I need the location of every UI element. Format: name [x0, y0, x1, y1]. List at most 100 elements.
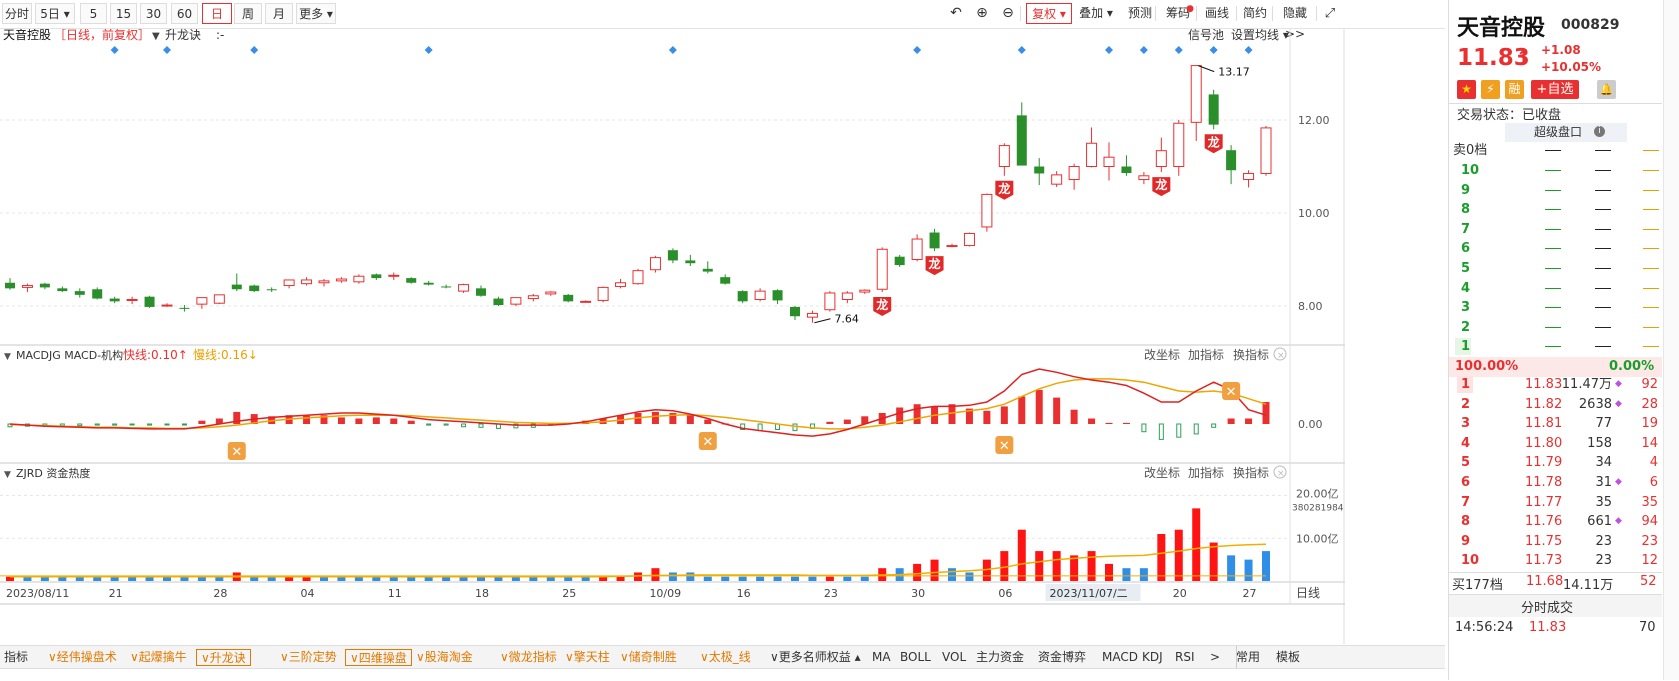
sell-level-row[interactable]: 8 — [1449, 199, 1662, 220]
period-1-button[interactable]: 5日 ▾ — [35, 3, 75, 24]
buy-level-row[interactable]: 3 11.81 77 19 — [1449, 413, 1662, 434]
indicator-tab-2[interactable]: ∨起爆擒牛 — [130, 649, 187, 666]
indicator-tab-22[interactable]: 模板 — [1276, 649, 1300, 666]
buy-level-row[interactable]: 1 11.83 11.47万 ◆ 92 — [1449, 374, 1662, 395]
toolbar-btn-6[interactable]: 隐藏>> — [1276, 3, 1314, 41]
indicator-tab-12[interactable]: MA — [872, 649, 891, 666]
indicator-tab-5[interactable]: ∨四维操盘 — [345, 649, 412, 666]
x-tick-label: 18 — [475, 587, 489, 600]
fullscreen-icon[interactable]: ⤢ — [1320, 3, 1340, 24]
indicator-tab-13[interactable]: BOLL — [900, 649, 931, 666]
period-2-button[interactable]: 5 — [80, 3, 107, 24]
candle-body-down — [667, 250, 678, 261]
candle-body-down — [1016, 115, 1027, 166]
sell-level-row[interactable]: 4 — [1449, 278, 1662, 299]
toolbar-btn-4[interactable]: 画线 — [1202, 3, 1232, 24]
macd-bar-up — [390, 418, 398, 424]
indicator-tab-21[interactable]: 常用 — [1236, 649, 1260, 666]
empty-cell — [1643, 297, 1659, 318]
period-6-button[interactable]: 日 — [202, 3, 232, 24]
empty-cell — [1643, 180, 1659, 201]
indicator-tab-4[interactable]: ∨三阶定势 — [280, 649, 337, 666]
buy-level-row[interactable]: 2 11.82 2638 ◆ 28 — [1449, 394, 1662, 415]
period-7-button[interactable]: 周 — [234, 3, 262, 24]
toolbar-btn-5[interactable]: 简约 — [1240, 3, 1270, 24]
candle-body-up — [632, 270, 644, 285]
zjrd-bar — [1192, 508, 1201, 581]
candle-body-up — [981, 193, 993, 228]
period-5-button[interactable]: 60 — [171, 3, 198, 24]
indicator-tab-18[interactable]: KDJ — [1142, 649, 1163, 666]
x-tick-label: 11 — [388, 587, 402, 600]
period-3-button[interactable]: 15 — [110, 3, 137, 24]
alert-bell-icon[interactable]: 🔔 — [1597, 80, 1616, 99]
sell-level-row[interactable]: 9 — [1449, 180, 1662, 201]
empty-cell — [1545, 336, 1561, 357]
period-9-button[interactable]: 更多 ▾ — [296, 3, 336, 24]
y-tick-label: 12.00 — [1298, 114, 1330, 127]
macd-bar-up — [913, 404, 921, 424]
buy-level-row[interactable]: 10 11.73 23 12 — [1449, 550, 1662, 571]
zoom-in-icon[interactable]: ⊕ — [972, 3, 992, 24]
candle-body-up — [1103, 156, 1115, 167]
candle-body-down — [685, 260, 696, 264]
indicator-tab-10[interactable]: ∨太极_线 — [700, 649, 751, 666]
sell-level-row[interactable]: 1 — [1449, 336, 1662, 357]
indicator-tab-7[interactable]: ∨微龙指标 — [500, 649, 557, 666]
buy-level-row[interactable]: 9 11.75 23 23 — [1449, 531, 1662, 552]
buy-level-row[interactable]: 4 11.80 158 14 — [1449, 433, 1662, 454]
buy-level-vol: 23 — [1595, 533, 1612, 549]
toolbar-btn-1[interactable]: 叠加 ▾ — [1075, 3, 1117, 24]
candle-body-down — [563, 294, 574, 302]
buy-level-row[interactable]: 5 11.79 34 4 — [1449, 452, 1662, 473]
macd-bar-up — [1262, 402, 1270, 424]
signal-diamond-icon — [1139, 46, 1148, 54]
side-scrollbar[interactable] — [1663, 0, 1679, 680]
candle-body-up — [335, 278, 347, 282]
zoom-out-icon[interactable]: ⊖ — [998, 3, 1018, 24]
super-book-label[interactable]: 超级盘口 — [1534, 123, 1582, 140]
sell-book: 卖0档 10 9 8 7 6 5 4 3 2 1 — [1449, 140, 1662, 358]
indicator-tab-14[interactable]: VOL — [942, 649, 966, 666]
indicator-tab-17[interactable]: MACD — [1102, 649, 1138, 666]
indicator-tab-19[interactable]: RSI — [1175, 649, 1195, 666]
indicator-tab-8[interactable]: ∨擎天柱 — [565, 649, 610, 666]
buy-level-row[interactable]: 8 11.76 661 ◆ 94 — [1449, 511, 1662, 532]
period-8-button[interactable]: 月 — [265, 3, 293, 24]
indicator-tab-11[interactable]: ∨更多名师权益 ▴ — [770, 649, 861, 666]
indicator-tab-16[interactable]: 资金博弈 — [1038, 649, 1086, 666]
indicator-tab-0[interactable]: 指标 — [4, 649, 28, 666]
buy-level-row[interactable]: 7 11.77 35 35 — [1449, 492, 1662, 513]
empty-cell — [1643, 160, 1659, 181]
macd-bar-up — [303, 415, 311, 424]
indicator-tab-9[interactable]: ∨储奇制胜 — [620, 649, 677, 666]
indicator-tab-3[interactable]: ∨升龙诀 — [196, 649, 251, 666]
indicator-tab-1[interactable]: ∨经伟操盘术 — [48, 649, 117, 666]
indicator-tab-20[interactable]: > — [1210, 649, 1220, 666]
add-watchlist-button[interactable]: +自选 — [1531, 80, 1579, 99]
sell-level-row[interactable]: 2 — [1449, 317, 1662, 338]
period-0-button[interactable]: 分时 — [2, 3, 32, 24]
sell-level-row[interactable]: 6 — [1449, 238, 1662, 259]
info-icon[interactable]: i — [1594, 126, 1605, 137]
toolbar-btn-2[interactable]: 预测 — [1125, 3, 1155, 24]
kline-chart-area[interactable]: 天音控股 ［日线，前复权］ ▼ 升龙诀:- 信号池 设置均线 ▾8.0010.0012.0… — [0, 29, 1345, 644]
sell-level-row[interactable]: 7 — [1449, 219, 1662, 240]
x-tick-label: 23 — [824, 587, 838, 600]
toolbar-btn-3[interactable]: 筹码 ● — [1162, 3, 1194, 24]
indicator-tab-6[interactable]: ∨股海淘金 — [416, 649, 473, 666]
period-4-button[interactable]: 30 — [140, 3, 167, 24]
undo-icon[interactable]: ↶ — [946, 3, 966, 24]
zjrd-bar — [1122, 568, 1131, 581]
sell-level-row[interactable]: 5 — [1449, 258, 1662, 279]
macd-bar-up — [1088, 418, 1096, 424]
sell-level-row[interactable]: 10 — [1449, 160, 1662, 181]
toolbar-btn-0[interactable]: 复权 ▾ — [1026, 3, 1072, 24]
sell-level-row[interactable]: 3 — [1449, 297, 1662, 318]
indicator-tab-15[interactable]: 主力资金 — [976, 649, 1024, 666]
empty-cell — [1545, 199, 1561, 220]
lightning-icon[interactable]: ⚡ — [1481, 80, 1500, 99]
buy-level-num: 4 — [1461, 435, 1471, 451]
sell-level-num: 4 — [1461, 280, 1471, 296]
buy-level-row[interactable]: 6 11.78 31 ◆ 6 — [1449, 472, 1662, 493]
